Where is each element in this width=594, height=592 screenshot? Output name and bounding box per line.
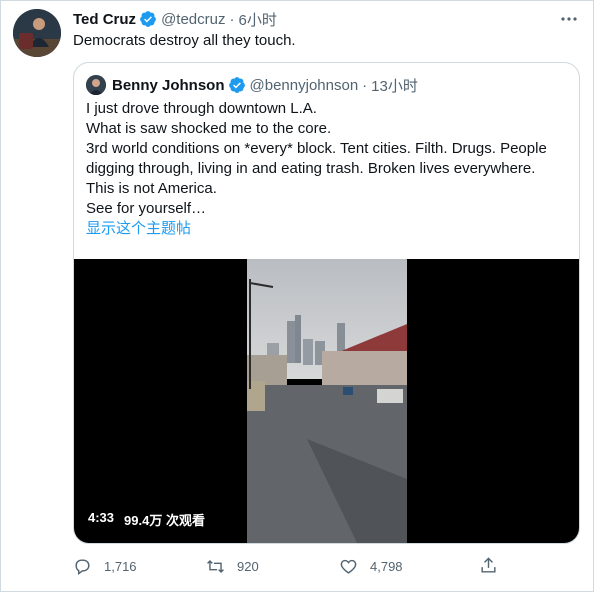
video-view-count: 99.4万 次观看: [124, 513, 205, 528]
reply-count: 1,716: [104, 558, 137, 574]
share-icon[interactable]: [479, 556, 498, 575]
quoted-tweet-text: I just drove through downtown L.A. What …: [86, 99, 566, 239]
quoted-tweet[interactable]: Benny Johnson @bennyjohnson · 13小时 I jus…: [73, 62, 580, 544]
retweet-icon: [207, 559, 224, 573]
author-handle[interactable]: @tedcruz: [161, 11, 225, 28]
author-avatar[interactable]: [13, 9, 61, 57]
tweet-timestamp[interactable]: 6小时: [238, 9, 276, 30]
quoted-tweet-header: Benny Johnson @bennyjohnson · 13小时: [86, 75, 418, 95]
tweet-card: Ted Cruz @tedcruz · 6小时 Democrats destro…: [0, 0, 594, 592]
separator-dot: ·: [362, 76, 368, 94]
reply-icon: [75, 558, 90, 575]
video-thumbnail: [247, 259, 407, 543]
retweet-button[interactable]: 920: [206, 554, 339, 578]
separator-dot: ·: [229, 10, 235, 28]
quoted-text-line: digging through, living in and eating tr…: [86, 160, 536, 177]
retweet-count: 920: [237, 558, 259, 574]
heart-icon: [340, 559, 357, 574]
quoted-author-name: Benny Johnson: [112, 76, 225, 94]
author-name[interactable]: Ted Cruz: [73, 11, 136, 28]
quoted-text-line: See for yourself…: [86, 200, 207, 217]
more-options-icon[interactable]: [559, 9, 579, 29]
verified-badge-icon: [139, 10, 157, 28]
quoted-author-avatar: [86, 75, 106, 95]
show-thread-link[interactable]: 显示这个主题帖: [86, 219, 566, 239]
video-player[interactable]: 4:33 99.4万 次观看: [74, 259, 579, 543]
like-count: 4,798: [370, 558, 403, 574]
quoted-timestamp: 13小时: [371, 77, 418, 95]
quoted-text-line: 3rd world conditions on *every* block. T…: [86, 140, 547, 157]
video-duration: 4:33: [88, 510, 115, 525]
tweet-actions: 1,716 920 4,798: [73, 554, 513, 578]
video-info: 4:33 99.4万 次观看: [88, 510, 205, 529]
quoted-author-handle: @bennyjohnson: [249, 76, 359, 94]
quoted-text-line: This is not America.: [86, 180, 217, 197]
reply-button[interactable]: 1,716: [73, 554, 206, 578]
tweet-text: Democrats destroy all they touch.: [73, 32, 296, 49]
verified-badge-icon: [228, 76, 246, 94]
quoted-text-line: I just drove through downtown L.A.: [86, 100, 317, 117]
tweet-header: Ted Cruz @tedcruz · 6小时: [73, 9, 277, 29]
quoted-text-line: What is saw shocked me to the core.: [86, 120, 332, 137]
like-button[interactable]: 4,798: [339, 554, 472, 578]
